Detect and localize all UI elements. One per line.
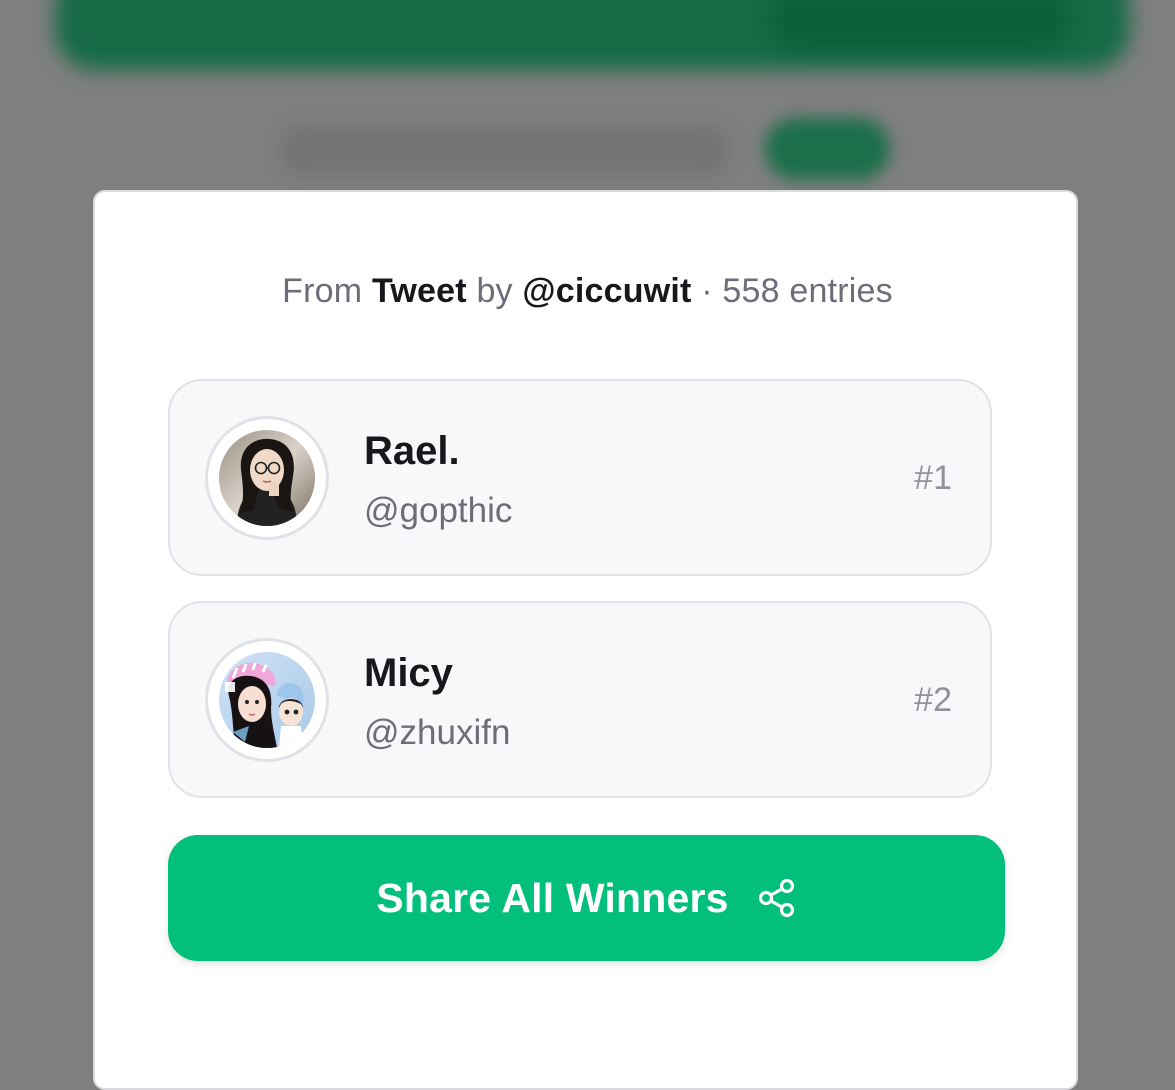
background-button (765, 118, 890, 180)
share-button-label: Share All Winners (376, 874, 729, 921)
profile-photo-icon (219, 652, 315, 748)
avatar (205, 638, 329, 762)
winner-card-2[interactable]: Micy @zhuxifn #2 (168, 601, 992, 798)
winner-handle: @gopthic (364, 491, 513, 530)
background-header-bar (55, 0, 1130, 70)
winner-name: Micy (364, 651, 453, 695)
source-platform: Tweet (371, 272, 467, 310)
background-input (280, 125, 730, 177)
source-author: @ciccuwit (522, 272, 692, 310)
source-separator: · (701, 272, 713, 310)
winner-rank: #1 (914, 459, 952, 497)
source-by: by (476, 272, 513, 310)
share-all-winners-button[interactable]: Share All Winners (168, 835, 1005, 961)
profile-photo-icon (219, 430, 315, 526)
winner-card-1[interactable]: Rael. @gopthic #1 (168, 379, 992, 576)
winner-rank: #2 (914, 681, 952, 719)
avatar (205, 416, 329, 540)
winner-handle: @zhuxifn (364, 713, 511, 752)
entries-count: 558 entries (722, 272, 893, 310)
source-prefix: From (282, 272, 363, 310)
source-info: From Tweet by @ciccuwit · 558 entries (0, 272, 1175, 311)
share-icon (757, 878, 797, 918)
winner-name: Rael. (364, 429, 460, 473)
